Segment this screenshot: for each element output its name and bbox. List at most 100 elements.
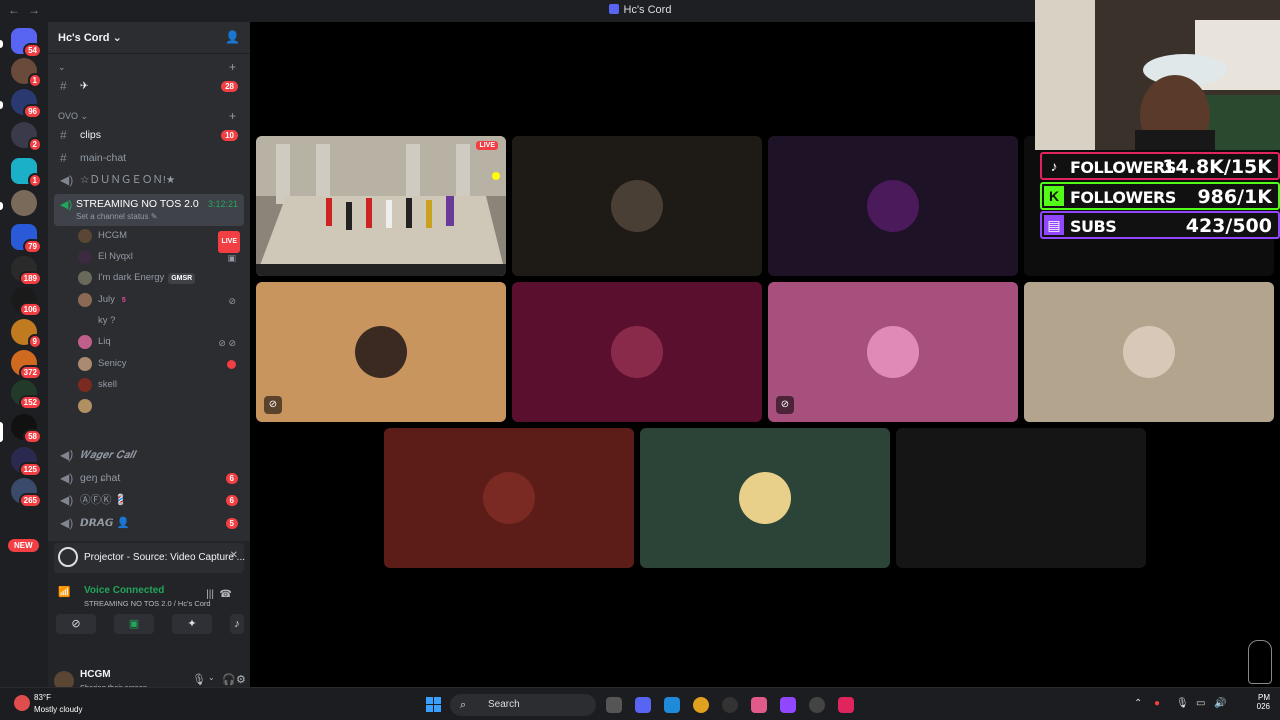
headphones-icon[interactable]: 🎧 [222, 673, 236, 686]
channel-clips[interactable]: # clips 10 [54, 125, 244, 145]
volume-icon[interactable]: 🔊 [1214, 698, 1226, 709]
server-home[interactable]: 54 [11, 28, 42, 58]
server-icon[interactable]: 58 [11, 414, 42, 444]
camera-button[interactable]: ⊘ [56, 614, 96, 634]
server-icon[interactable]: 1 [11, 58, 42, 88]
channel-main-chat[interactable]: # main-chat [54, 148, 244, 168]
voice-user[interactable]: skell [78, 375, 244, 395]
voice-location[interactable]: STREAMING NO TOS 2.0 / Hc's Cord [84, 599, 211, 608]
tiktok-taskbar-icon[interactable] [838, 697, 854, 713]
channel-status[interactable]: Set a channel status ✎ [76, 212, 157, 221]
chevron-up-icon[interactable]: ⌃ [1134, 698, 1142, 709]
participant-tile[interactable] [1024, 282, 1274, 422]
discord-taskbar-icon[interactable] [635, 697, 651, 713]
new-badge[interactable]: NEW [8, 539, 39, 552]
projector-notice[interactable]: Projector - Source: Video Capture ... ✕ [54, 543, 245, 573]
channel-gen-chat[interactable]: ◀) ɡeŋ ɕhat 6 [54, 468, 244, 488]
voice-status[interactable]: Voice Connected [84, 585, 164, 596]
server-badge: 2 [27, 137, 42, 152]
voice-user[interactable]: HCGM LIVE [78, 226, 244, 253]
voice-user[interactable]: Senicy [78, 354, 244, 374]
user-name: El Nyqxl [98, 251, 133, 262]
server-icon[interactable]: 189 [11, 256, 42, 286]
server-icon[interactable]: 9 [11, 319, 42, 349]
obs-taskbar-icon[interactable] [809, 697, 825, 713]
server-icon[interactable]: 106 [11, 287, 42, 317]
category-ovo[interactable]: OVO ⌄ [58, 111, 88, 122]
noise-icon[interactable]: ||| [206, 589, 214, 600]
chevron-down-icon[interactable]: ⌄ [208, 673, 215, 682]
participant-tile[interactable]: ⊘ [768, 282, 1018, 422]
participant-tile[interactable] [512, 282, 762, 422]
participant-tile[interactable]: ⊘ [256, 282, 506, 422]
user-name: HCGM [98, 230, 128, 241]
participant-tile[interactable] [640, 428, 890, 568]
server-icon[interactable]: 125 [11, 447, 42, 477]
mic-icon[interactable]: 🎙 [192, 673, 206, 686]
edge-icon[interactable] [664, 697, 680, 713]
slack-icon[interactable] [751, 697, 767, 713]
taskbar-search[interactable]: ⌕ Search [450, 694, 596, 716]
stream-tile[interactable]: LIVE [256, 136, 506, 276]
participant-tile[interactable] [512, 136, 762, 276]
network-icon[interactable]: ▭ [1196, 698, 1205, 709]
server-icon[interactable]: 152 [11, 380, 42, 410]
server-icon[interactable]: 2 [11, 122, 42, 152]
weather-temp[interactable]: 83°F [34, 693, 51, 702]
clock[interactable]: PM 026 [1257, 693, 1270, 711]
avatar [867, 180, 919, 232]
stream-goals: ♪ FOLLOWERS 14.8K/15K K FOLLOWERS 986/1K… [1040, 150, 1280, 242]
server-badge: 152 [18, 395, 42, 410]
server-icon[interactable]: 372 [11, 350, 42, 380]
participant-tile[interactable] [896, 428, 1146, 568]
disconnect-icon[interactable]: ☎ [220, 589, 232, 600]
server-badge: 372 [18, 365, 42, 380]
media-icon[interactable] [722, 697, 738, 713]
voice-user[interactable]: Liq ⊘ ⊘ [78, 332, 244, 352]
start-button[interactable] [426, 697, 441, 712]
close-icon[interactable]: ✕ [230, 550, 238, 561]
mic-tray-icon[interactable]: 🎙 [1176, 698, 1189, 709]
channel-dungeon[interactable]: ◀) ☆ＤＵＮＧＥＯＮ!★ [54, 170, 244, 190]
channel-plane[interactable]: # ✈ 28 [54, 76, 244, 96]
weather-condition[interactable]: Mostly cloudy [34, 705, 82, 714]
activities-button[interactable]: ✦ [172, 614, 212, 634]
category-toggle[interactable]: ⌄ [58, 62, 66, 73]
signal-icon[interactable]: 📶 [58, 587, 70, 598]
guild-name[interactable]: Hc's Cord ⌄ [58, 31, 122, 44]
participant-tile[interactable] [384, 428, 634, 568]
twitch-taskbar-icon[interactable] [780, 697, 796, 713]
chrome-icon[interactable] [693, 697, 709, 713]
app-root: ←→ Hc's Cord 54 1 96 2 1 79 189 106 9 37… [0, 0, 1280, 720]
participant-tile[interactable] [768, 136, 1018, 276]
invite-icon[interactable]: 👤 [225, 30, 240, 44]
speaker-icon: ◀) [60, 471, 74, 485]
voice-user[interactable]: ky ? [78, 311, 244, 331]
server-icon[interactable]: 79 [11, 224, 42, 254]
screen-share-button[interactable]: ▣ [114, 614, 154, 634]
soundboard-button[interactable]: ♪ [230, 614, 244, 634]
server-badge: 1 [27, 73, 42, 88]
guild-header[interactable]: Hc's Cord ⌄ 👤 [48, 22, 250, 54]
server-icon[interactable] [11, 190, 37, 216]
channel-streaming[interactable]: ◀) STREAMING NO TOS 2.0 Set a channel st… [54, 194, 244, 226]
add-channel-icon[interactable]: + [229, 109, 236, 123]
channel-afk[interactable]: ◀) ⒶⒻⓀ 💈 6 [54, 490, 244, 510]
settings-icon[interactable]: ⚙ [236, 673, 246, 686]
add-channel-icon[interactable]: + [229, 60, 236, 74]
channel-wager-call[interactable]: ◀) 𝑾𝒂𝒈𝒆𝒓 𝑪𝒂𝒍𝒍 [54, 445, 244, 465]
voice-user[interactable] [78, 396, 244, 416]
user-name[interactable]: HCGM [80, 669, 111, 680]
server-icon[interactable]: 96 [11, 89, 42, 119]
server-icon[interactable]: 265 [11, 478, 42, 508]
voice-user[interactable]: El Nyqxl ▣ [78, 247, 244, 267]
voice-user[interactable]: I'm dark Energy GMSR [78, 268, 244, 288]
channel-drag[interactable]: ◀) 𝘿𝙍𝘼𝙂 👤 5 [54, 513, 244, 533]
tiktok-goal: ♪ FOLLOWERS 14.8K/15K [1040, 152, 1280, 180]
server-badge: 79 [23, 239, 42, 254]
server-icon[interactable]: 1 [11, 158, 42, 188]
tray-icon[interactable]: ● [1154, 698, 1160, 709]
voice-user[interactable]: July 5 ⊘ [78, 290, 244, 310]
taskview-icon[interactable] [606, 697, 622, 713]
weather-icon[interactable] [14, 695, 30, 711]
